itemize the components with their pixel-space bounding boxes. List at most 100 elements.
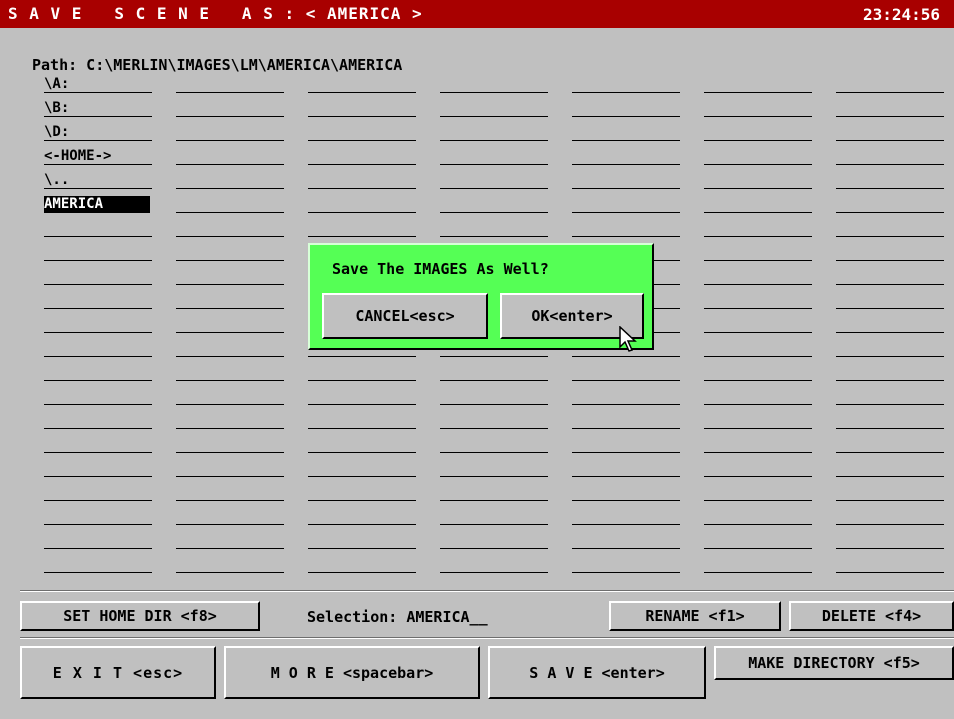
empty-file-slot[interactable] (440, 172, 548, 189)
rename-button[interactable]: RENAME <f1> (609, 601, 781, 631)
delete-button[interactable]: DELETE <f4> (789, 601, 954, 631)
empty-file-slot[interactable] (836, 388, 944, 405)
empty-file-slot[interactable] (440, 460, 548, 477)
make-directory-button[interactable]: MAKE DIRECTORY <f5> (714, 646, 954, 680)
empty-file-slot[interactable] (836, 436, 944, 453)
empty-file-slot[interactable] (176, 268, 284, 285)
empty-file-slot[interactable] (44, 460, 152, 477)
empty-file-slot[interactable] (704, 484, 812, 501)
empty-file-slot[interactable] (308, 412, 416, 429)
empty-file-slot[interactable] (176, 412, 284, 429)
empty-file-slot[interactable] (704, 364, 812, 381)
empty-file-slot[interactable] (440, 364, 548, 381)
empty-file-slot[interactable] (704, 292, 812, 309)
empty-file-slot[interactable] (572, 532, 680, 549)
empty-file-slot[interactable] (572, 220, 680, 237)
empty-file-slot[interactable] (704, 244, 812, 261)
empty-file-slot[interactable] (440, 412, 548, 429)
empty-file-slot[interactable] (176, 460, 284, 477)
empty-file-slot[interactable] (704, 340, 812, 357)
empty-file-slot[interactable] (836, 196, 944, 213)
empty-file-slot[interactable] (308, 364, 416, 381)
empty-file-slot[interactable] (176, 244, 284, 261)
empty-file-slot[interactable] (308, 388, 416, 405)
empty-file-slot[interactable] (44, 508, 152, 525)
empty-file-slot[interactable] (572, 412, 680, 429)
empty-file-slot[interactable] (704, 460, 812, 477)
empty-file-slot[interactable] (836, 268, 944, 285)
empty-file-slot[interactable] (176, 316, 284, 333)
empty-file-slot[interactable] (572, 148, 680, 165)
empty-file-slot[interactable] (176, 436, 284, 453)
empty-file-slot[interactable] (704, 412, 812, 429)
empty-file-slot[interactable] (440, 388, 548, 405)
file-entry[interactable]: AMERICA (44, 196, 150, 213)
empty-file-slot[interactable] (836, 364, 944, 381)
empty-file-slot[interactable] (440, 196, 548, 213)
empty-file-slot[interactable] (836, 484, 944, 501)
set-home-dir-button[interactable]: SET HOME DIR <f8> (20, 601, 260, 631)
empty-file-slot[interactable] (704, 172, 812, 189)
empty-file-slot[interactable] (176, 172, 284, 189)
empty-file-slot[interactable] (176, 124, 284, 141)
empty-file-slot[interactable] (572, 484, 680, 501)
empty-file-slot[interactable] (44, 316, 152, 333)
empty-file-slot[interactable] (704, 100, 812, 117)
empty-file-slot[interactable] (308, 556, 416, 573)
file-entry[interactable]: <-HOME-> (44, 148, 152, 165)
file-entry[interactable]: \B: (44, 100, 152, 117)
empty-file-slot[interactable] (704, 196, 812, 213)
empty-file-slot[interactable] (704, 76, 812, 93)
empty-file-slot[interactable] (308, 124, 416, 141)
empty-file-slot[interactable] (704, 436, 812, 453)
empty-file-slot[interactable] (572, 436, 680, 453)
empty-file-slot[interactable] (308, 220, 416, 237)
empty-file-slot[interactable] (836, 244, 944, 261)
empty-file-slot[interactable] (440, 76, 548, 93)
empty-file-slot[interactable] (176, 100, 284, 117)
empty-file-slot[interactable] (176, 292, 284, 309)
empty-file-slot[interactable] (836, 292, 944, 309)
file-entry[interactable]: \A: (44, 76, 152, 93)
empty-file-slot[interactable] (572, 508, 680, 525)
empty-file-slot[interactable] (440, 484, 548, 501)
empty-file-slot[interactable] (572, 172, 680, 189)
empty-file-slot[interactable] (836, 76, 944, 93)
empty-file-slot[interactable] (308, 484, 416, 501)
empty-file-slot[interactable] (308, 460, 416, 477)
empty-file-slot[interactable] (704, 220, 812, 237)
empty-file-slot[interactable] (308, 100, 416, 117)
empty-file-slot[interactable] (836, 412, 944, 429)
empty-file-slot[interactable] (176, 508, 284, 525)
empty-file-slot[interactable] (44, 556, 152, 573)
empty-file-slot[interactable] (44, 364, 152, 381)
empty-file-slot[interactable] (440, 436, 548, 453)
empty-file-slot[interactable] (440, 100, 548, 117)
empty-file-slot[interactable] (440, 532, 548, 549)
empty-file-slot[interactable] (176, 196, 284, 213)
empty-file-slot[interactable] (440, 508, 548, 525)
empty-file-slot[interactable] (572, 556, 680, 573)
empty-file-slot[interactable] (44, 292, 152, 309)
empty-file-slot[interactable] (572, 124, 680, 141)
empty-file-slot[interactable] (308, 532, 416, 549)
file-entry[interactable]: \D: (44, 124, 152, 141)
empty-file-slot[interactable] (308, 196, 416, 213)
empty-file-slot[interactable] (704, 508, 812, 525)
empty-file-slot[interactable] (572, 460, 680, 477)
empty-file-slot[interactable] (836, 172, 944, 189)
empty-file-slot[interactable] (308, 76, 416, 93)
empty-file-slot[interactable] (572, 196, 680, 213)
empty-file-slot[interactable] (440, 220, 548, 237)
empty-file-slot[interactable] (176, 340, 284, 357)
empty-file-slot[interactable] (704, 148, 812, 165)
empty-file-slot[interactable] (572, 364, 680, 381)
empty-file-slot[interactable] (704, 316, 812, 333)
empty-file-slot[interactable] (44, 412, 152, 429)
empty-file-slot[interactable] (308, 172, 416, 189)
empty-file-slot[interactable] (704, 532, 812, 549)
empty-file-slot[interactable] (44, 388, 152, 405)
empty-file-slot[interactable] (176, 484, 284, 501)
empty-file-slot[interactable] (176, 556, 284, 573)
empty-file-slot[interactable] (704, 268, 812, 285)
